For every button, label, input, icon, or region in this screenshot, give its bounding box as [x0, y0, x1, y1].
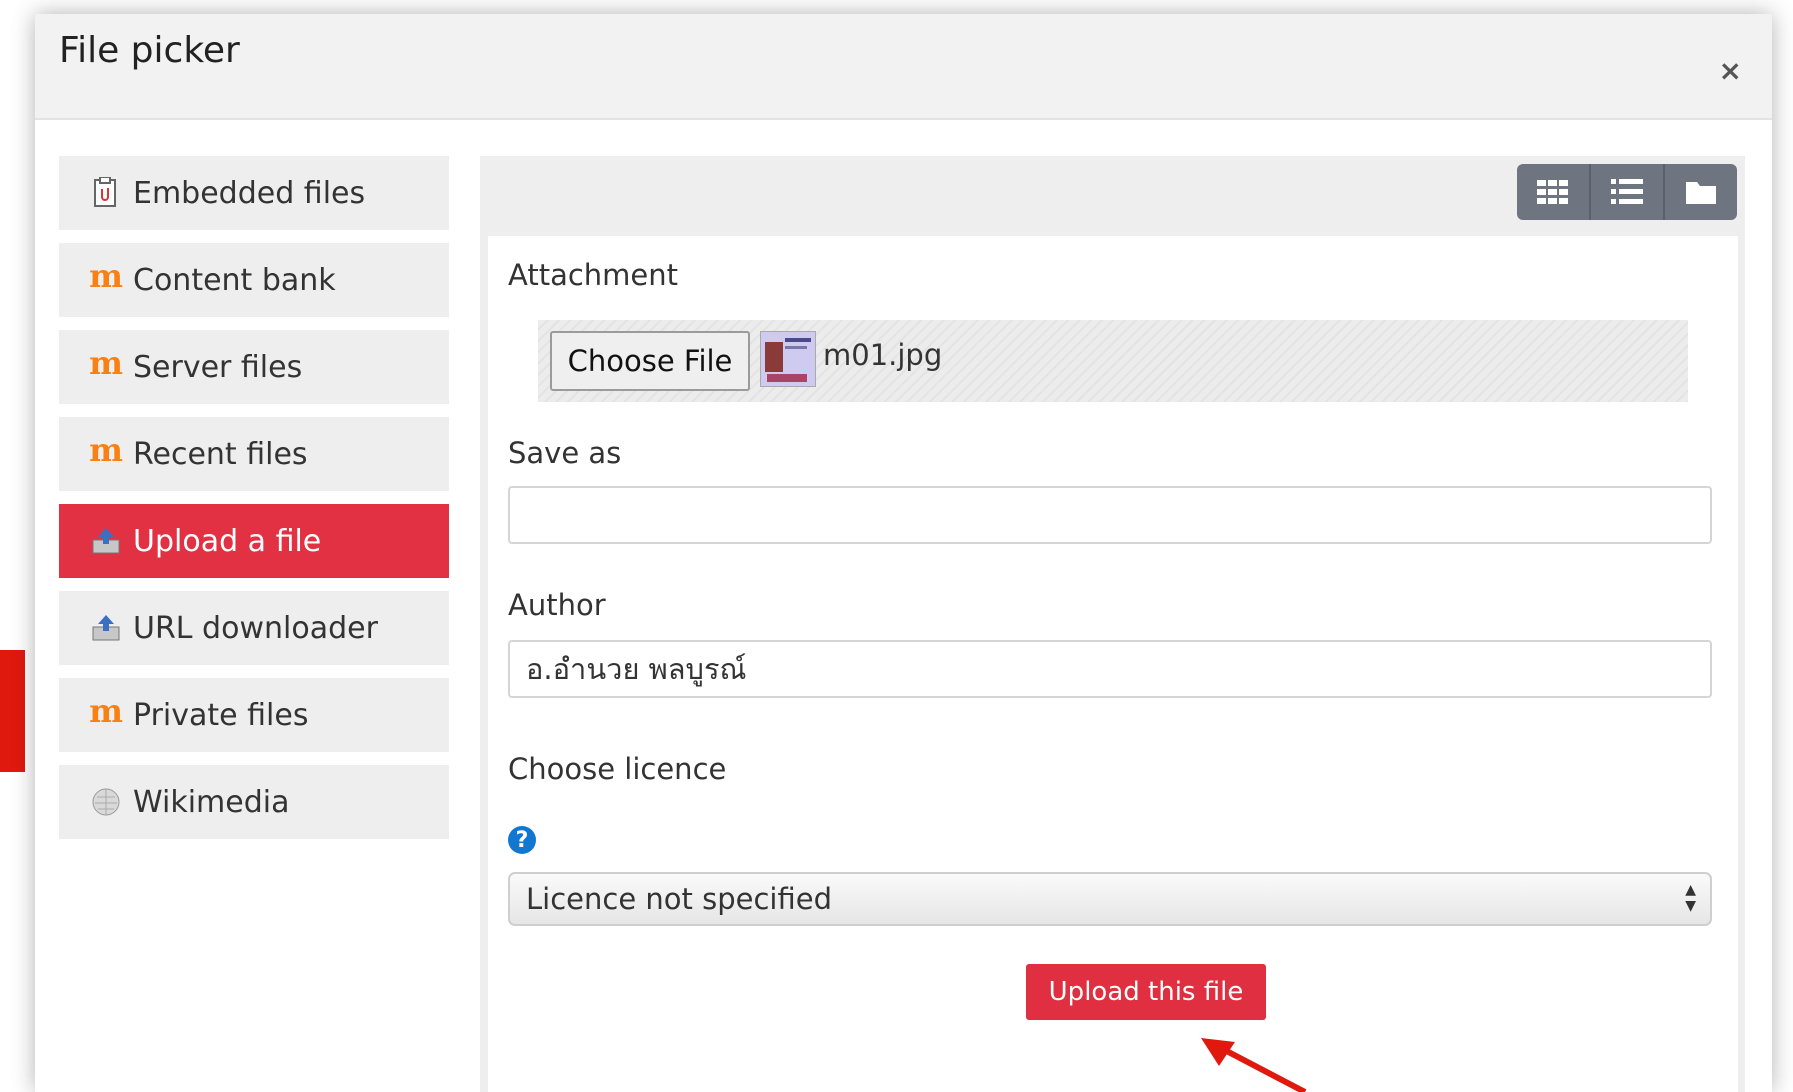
list-view-icon: [1611, 179, 1643, 204]
sidebar-item-wikimedia[interactable]: Wikimedia: [59, 765, 449, 839]
licence-select[interactable]: Licence not specified ▲ ▼: [508, 872, 1712, 926]
sidebar-item-recent-files[interactable]: m Recent files: [59, 417, 449, 491]
sidebar-item-label: Wikimedia: [133, 784, 290, 820]
annotation-marker: [0, 650, 25, 772]
moodle-icon: m: [89, 431, 123, 469]
attachment-field: Choose File m01.jpg: [538, 320, 1688, 402]
attachment-label: Attachment: [508, 258, 679, 292]
grid-view-button[interactable]: [1517, 164, 1589, 220]
repository-sidebar: Embedded files m Content bank m Server f…: [59, 156, 449, 852]
dialog-title: File picker: [59, 30, 240, 71]
sidebar-item-url-downloader[interactable]: URL downloader: [59, 591, 449, 665]
folder-view-button[interactable]: [1663, 164, 1737, 220]
sidebar-item-upload-a-file[interactable]: Upload a file: [59, 504, 449, 578]
author-label: Author: [508, 588, 606, 622]
sidebar-item-embedded-files[interactable]: Embedded files: [59, 156, 449, 230]
close-button[interactable]: ×: [1719, 54, 1742, 87]
choose-file-button[interactable]: Choose File: [550, 331, 750, 391]
file-thumbnail: [760, 331, 816, 387]
view-toolbar: [1517, 164, 1737, 220]
upload-form: Attachment Choose File m01.jpg Save as A…: [488, 236, 1738, 1092]
grid-view-icon: [1537, 180, 1568, 204]
help-icon[interactable]: ?: [508, 826, 536, 854]
moodle-icon: m: [89, 692, 123, 730]
moodle-icon: m: [89, 257, 123, 295]
sidebar-item-label: Server files: [133, 349, 303, 385]
annotation-arrow-icon: [1201, 1038, 1307, 1092]
author-input[interactable]: อ.อำนวย พลบูรณ์: [508, 640, 1712, 698]
main-panel: Attachment Choose File m01.jpg Save as A…: [480, 156, 1745, 1092]
licence-selected-value: Licence not specified: [526, 882, 832, 916]
moodle-icon: m: [89, 344, 123, 382]
sidebar-item-server-files[interactable]: m Server files: [59, 330, 449, 404]
save-as-label: Save as: [508, 436, 622, 470]
sidebar-item-private-files[interactable]: m Private files: [59, 678, 449, 752]
save-as-input[interactable]: [508, 486, 1712, 544]
sidebar-item-label: Recent files: [133, 436, 308, 472]
embedded-files-icon: [89, 176, 123, 210]
folder-view-icon: [1686, 182, 1716, 204]
sidebar-item-label: URL downloader: [133, 610, 378, 646]
upload-icon: [89, 611, 123, 645]
sidebar-item-label: Private files: [133, 697, 309, 733]
sidebar-item-label: Upload a file: [133, 523, 322, 559]
upload-this-file-button[interactable]: Upload this file: [1026, 964, 1266, 1020]
list-view-button[interactable]: [1589, 164, 1663, 220]
sidebar-item-label: Content bank: [133, 262, 336, 298]
selected-file-name: m01.jpg: [823, 338, 943, 372]
select-arrows-icon: ▲ ▼: [1685, 882, 1696, 914]
dialog-header: File picker ×: [35, 14, 1772, 120]
sidebar-item-content-bank[interactable]: m Content bank: [59, 243, 449, 317]
sidebar-item-label: Embedded files: [133, 175, 366, 211]
wikimedia-globe-icon: [89, 785, 123, 819]
upload-icon: [89, 524, 123, 558]
licence-label: Choose licence: [508, 752, 727, 786]
file-picker-dialog: File picker × Embedded files m Content b…: [35, 14, 1772, 1092]
